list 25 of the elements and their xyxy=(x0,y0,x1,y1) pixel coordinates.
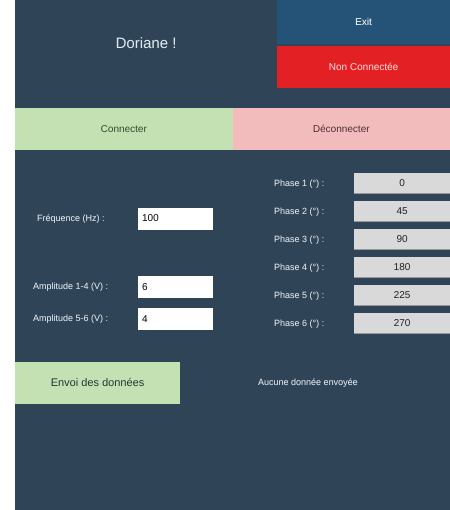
phase-label: Phase 5 (°) : xyxy=(273,288,326,302)
input-field[interactable]: 6 xyxy=(138,276,213,298)
connection-status: Non Connectée xyxy=(277,46,450,88)
phase-value-button[interactable]: 225 xyxy=(354,285,450,306)
connect-button[interactable]: Connecter xyxy=(15,108,232,150)
phase-label: Phase 2 (°) : xyxy=(273,204,326,218)
field-label: Fréquence (Hz) : xyxy=(36,212,106,225)
phase-value-button[interactable]: 45 xyxy=(354,201,450,222)
field-label: Amplitude 1-4 (V) : xyxy=(33,280,110,294)
exit-button[interactable]: Exit xyxy=(277,0,450,44)
phase-value-button[interactable]: 90 xyxy=(354,229,450,250)
phase-label: Phase 4 (°) : xyxy=(273,260,326,274)
phase-label: Phase 1 (°) : xyxy=(273,176,326,190)
phase-label: Phase 6 (°) : xyxy=(273,316,326,330)
phase-value-button[interactable]: 270 xyxy=(354,313,450,334)
field-label: Amplitude 5-6 (V) : xyxy=(33,312,110,326)
phase-label: Phase 3 (°) : xyxy=(273,232,326,246)
phase-value-button[interactable]: 0 xyxy=(354,173,450,194)
send-data-button[interactable]: Envoi des données xyxy=(15,362,180,404)
phase-value-button[interactable]: 180 xyxy=(354,257,450,278)
send-status: Aucune donnée envoyée xyxy=(258,376,358,390)
input-field[interactable]: 100 xyxy=(138,208,213,230)
greeting-title: Doriane ! xyxy=(116,34,176,54)
disconnect-button[interactable]: Déconnecter xyxy=(232,108,450,150)
input-field[interactable]: 4 xyxy=(138,308,213,330)
